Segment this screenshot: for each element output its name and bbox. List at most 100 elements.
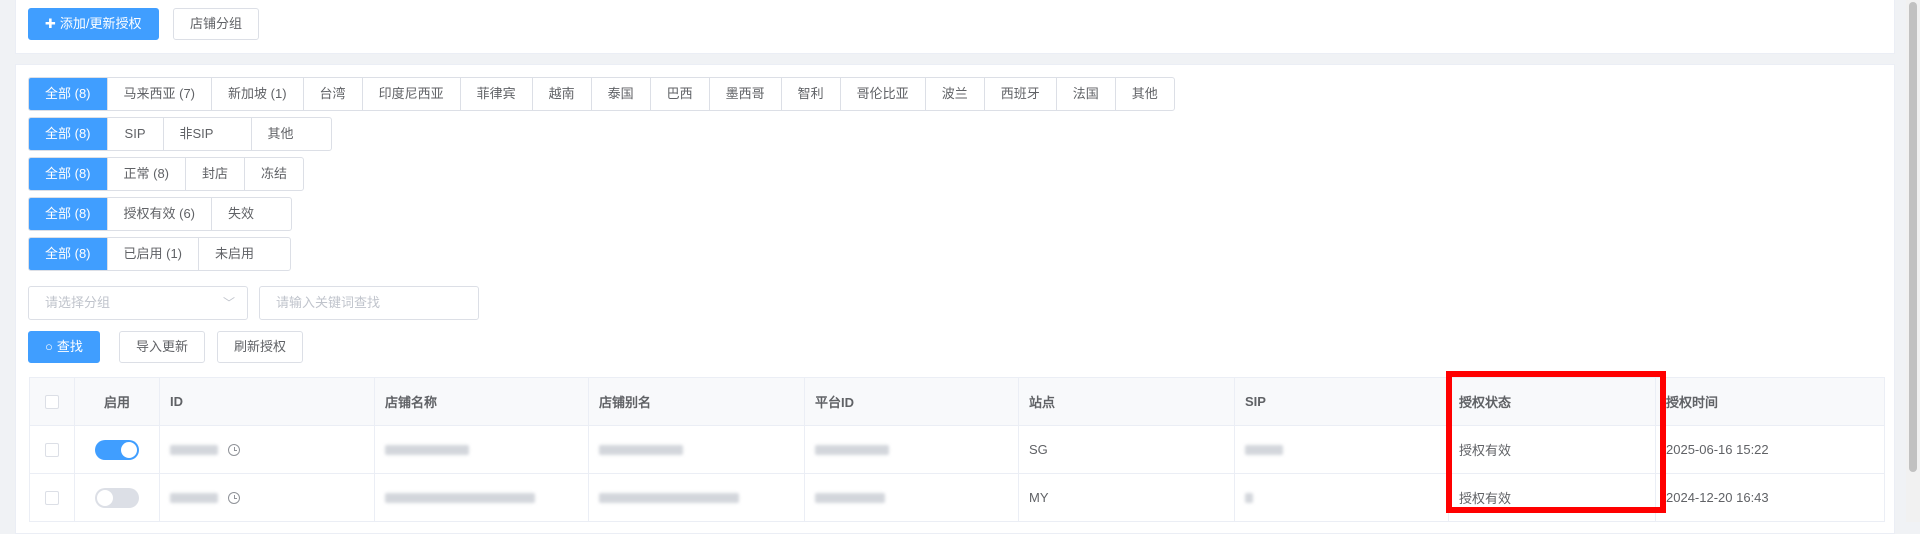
row-store-name-cell [375, 426, 589, 473]
page-scrollbar[interactable] [1906, 0, 1920, 522]
row-sip-cell [1235, 426, 1449, 473]
sip-sip[interactable]: SIP [106, 118, 163, 150]
redacted-platform-id [815, 444, 889, 455]
switch-knob [97, 489, 113, 506]
auth-filter: 全部 (8) 授权有效 (6) 失效 [28, 197, 293, 231]
clock-icon[interactable] [228, 443, 240, 456]
region-filter: 全部 (8) 马来西亚 (7) 新加坡 (1) 台湾 印度尼西亚 菲律宾 越南 … [28, 77, 1175, 111]
auth-invalid[interactable]: 失效 [211, 198, 291, 230]
select-all-checkbox[interactable] [45, 394, 59, 409]
header-sip: SIP [1235, 378, 1449, 425]
row-checkbox[interactable] [45, 490, 59, 505]
redacted-id [170, 444, 218, 455]
toolbar-panel: ✚ 添加/更新授权 店铺分组 [15, 0, 1895, 54]
region-vietnam[interactable]: 越南 [531, 78, 591, 110]
row-auth-status: 授权有效 [1449, 474, 1656, 521]
header-auth-time: 授权时间 [1666, 395, 1719, 410]
status-all[interactable]: 全部 (8) [29, 158, 107, 190]
chevron-down-icon: ﹀ [222, 296, 235, 310]
status-normal[interactable]: 正常 (8) [106, 158, 186, 190]
switch-knob [121, 441, 137, 458]
header-store-alias: 店铺别名 [589, 378, 805, 425]
redacted-sip [1245, 492, 1253, 503]
clock-icon[interactable] [228, 491, 240, 504]
redacted-platform-id [815, 492, 885, 503]
redacted-id [170, 492, 218, 503]
keyword-input-wrap [259, 286, 479, 320]
auth-valid[interactable]: 授权有效 (6) [106, 198, 212, 230]
sip-non-sip[interactable]: 非SIP [162, 118, 251, 150]
import-update-button[interactable]: 导入更新 [119, 331, 206, 363]
enabled-no[interactable]: 未启用 [198, 238, 290, 270]
region-spain[interactable]: 西班牙 [983, 78, 1056, 110]
region-poland[interactable]: 波兰 [924, 78, 984, 110]
region-france[interactable]: 法国 [1055, 78, 1115, 110]
row-checkbox-cell [30, 426, 75, 473]
region-philippines[interactable]: 菲律宾 [459, 78, 532, 110]
redacted-store-alias [599, 492, 739, 503]
region-malaysia[interactable]: 马来西亚 (7) [106, 78, 212, 110]
sip-filter: 全部 (8) SIP 非SIP 其他 [28, 117, 332, 151]
sip-other[interactable]: 其他 [250, 118, 331, 150]
group-select[interactable]: 请选择分组 ﹀ [28, 286, 248, 320]
table-row: MY 授权有效 2024-12-20 16:43 [30, 474, 1884, 522]
add-update-auth-label: 添加/更新授权 [59, 16, 142, 31]
region-mexico[interactable]: 墨西哥 [708, 78, 781, 110]
region-other[interactable]: 其他 [1114, 78, 1174, 110]
header-enable: 启用 [75, 378, 160, 425]
row-platform-id-cell [805, 474, 1019, 521]
row-auth-time: 2024-12-20 16:43 [1666, 490, 1769, 505]
header-checkbox-cell [30, 378, 75, 425]
region-colombia[interactable]: 哥伦比亚 [839, 78, 925, 110]
row-id-cell [160, 474, 375, 521]
row-checkbox-cell [30, 474, 75, 521]
region-indonesia[interactable]: 印度尼西亚 [361, 78, 460, 110]
redacted-sip [1245, 444, 1283, 455]
add-update-auth-button[interactable]: ✚ 添加/更新授权 [28, 8, 159, 40]
redacted-store-alias [599, 444, 683, 455]
group-select-placeholder: 请选择分组 [45, 295, 111, 310]
header-id: ID [160, 378, 375, 425]
enable-switch[interactable] [95, 487, 139, 508]
region-chile[interactable]: 智利 [780, 78, 840, 110]
status-closed[interactable]: 封店 [185, 158, 244, 190]
refresh-auth-button[interactable]: 刷新授权 [217, 331, 304, 363]
redacted-store-name [385, 492, 535, 503]
search-button[interactable]: ○ 查找 [28, 331, 100, 363]
plus-icon: ✚ [45, 16, 56, 31]
row-id-cell [160, 426, 375, 473]
region-all[interactable]: 全部 (8) [29, 78, 107, 110]
enabled-all[interactable]: 全部 (8) [29, 238, 107, 270]
header-store-name: 店铺名称 [375, 378, 589, 425]
store-table: 启用 ID 店铺名称 店铺别名 平台ID 站点 SIP 授权状态 授权时间 SG… [29, 377, 1885, 522]
enabled-yes[interactable]: 已启用 (1) [106, 238, 199, 270]
scrollbar-thumb[interactable] [1909, 2, 1917, 472]
search-icon: ○ [45, 339, 53, 354]
keyword-input[interactable] [276, 287, 462, 318]
row-site: SG [1019, 426, 1235, 473]
row-site: MY [1019, 474, 1235, 521]
region-singapore[interactable]: 新加坡 (1) [211, 78, 303, 110]
status-frozen[interactable]: 冻结 [244, 158, 303, 190]
region-taiwan[interactable]: 台湾 [302, 78, 362, 110]
header-platform-id: 平台ID [805, 378, 1019, 425]
row-checkbox[interactable] [45, 442, 59, 457]
enabled-filter: 全部 (8) 已启用 (1) 未启用 [28, 237, 292, 271]
row-store-name-cell [375, 474, 589, 521]
enable-switch[interactable] [95, 439, 139, 460]
main-panel: 全部 (8) 马来西亚 (7) 新加坡 (1) 台湾 印度尼西亚 菲律宾 越南 … [15, 64, 1895, 534]
sip-all[interactable]: 全部 (8) [29, 118, 107, 150]
row-platform-id-cell [805, 426, 1019, 473]
row-enable-cell [75, 426, 160, 473]
row-enable-cell [75, 474, 160, 521]
search-button-label: 查找 [56, 339, 83, 354]
region-thailand[interactable]: 泰国 [590, 78, 650, 110]
auth-all[interactable]: 全部 (8) [29, 198, 107, 230]
region-brazil[interactable]: 巴西 [649, 78, 709, 110]
header-auth-status: 授权状态 [1449, 378, 1656, 425]
table-row: SG 授权有效 2025-06-16 15:22 [30, 426, 1884, 474]
row-auth-time: 2025-06-16 15:22 [1666, 442, 1769, 457]
row-store-alias-cell [589, 426, 805, 473]
table-header: 启用 ID 店铺名称 店铺别名 平台ID 站点 SIP 授权状态 授权时间 [30, 378, 1884, 426]
store-group-button[interactable]: 店铺分组 [173, 8, 260, 40]
